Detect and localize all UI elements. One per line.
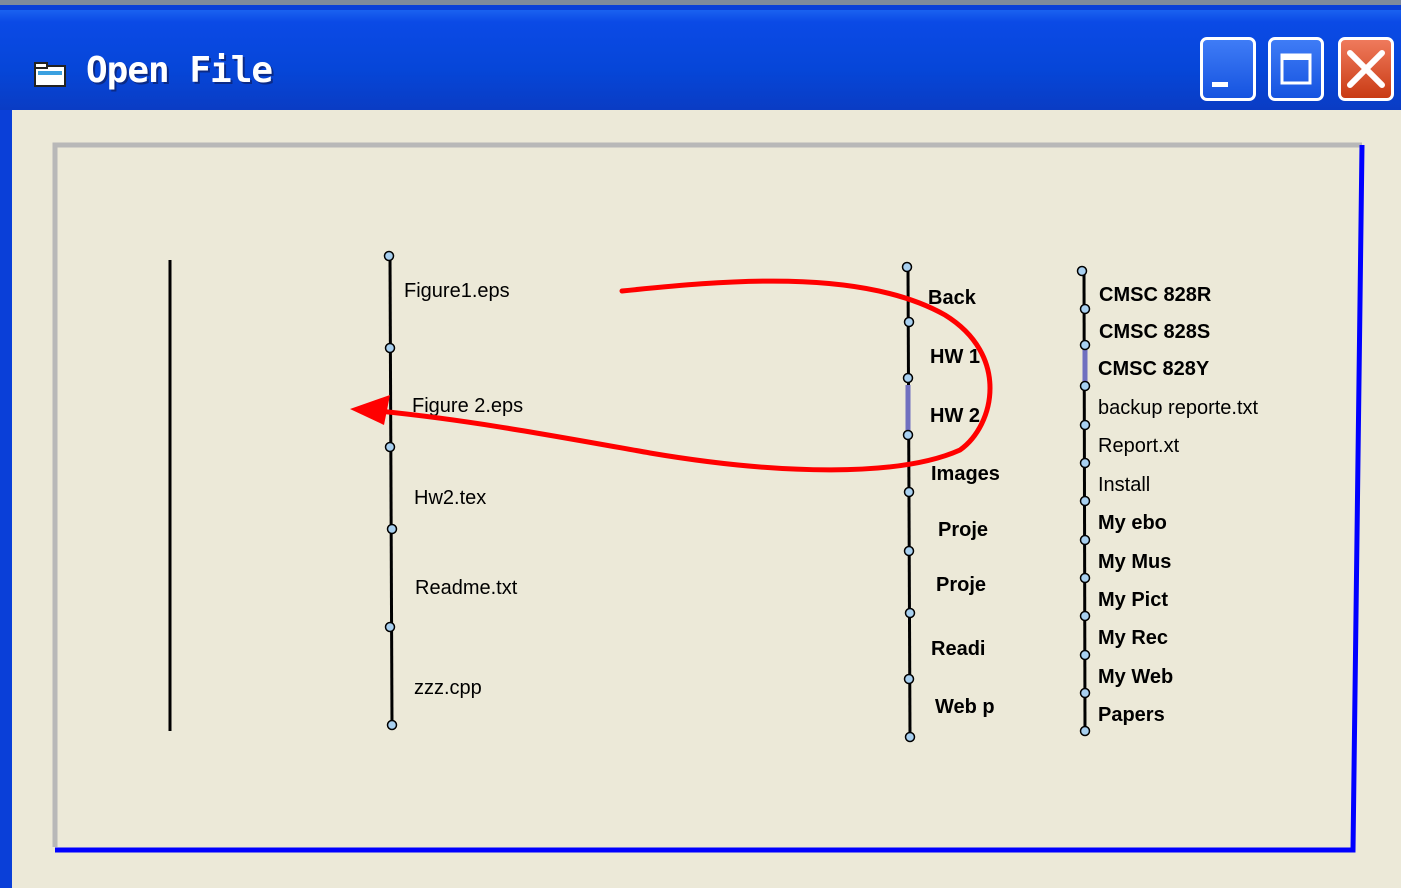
column3-node[interactable]	[1079, 534, 1091, 546]
folder-item-images[interactable]: Images	[931, 464, 1000, 484]
column2-node[interactable]	[901, 261, 913, 273]
column3-node[interactable]	[1079, 572, 1091, 584]
folder-item-my-rec[interactable]: My Rec	[1098, 628, 1168, 648]
folder-item-hw2[interactable]: HW 2	[930, 406, 980, 426]
column3-node[interactable]	[1079, 495, 1091, 507]
folder-item-my-web[interactable]: My Web	[1098, 667, 1173, 687]
column2-node[interactable]	[902, 429, 914, 441]
column3-node[interactable]	[1079, 687, 1091, 699]
file-item-zzz-cpp[interactable]: zzz.cpp	[414, 678, 482, 698]
column1-node[interactable]	[384, 441, 396, 453]
folder-item-my-mus[interactable]: My Mus	[1098, 552, 1171, 572]
open-file-window: Open File Figure1.eps Figure 2.eps Hw2.t…	[0, 0, 1401, 888]
column2-node[interactable]	[904, 607, 916, 619]
column2-node[interactable]	[903, 545, 915, 557]
folder-item-back[interactable]: Back	[928, 288, 976, 308]
file-item-hw2-tex[interactable]: Hw2.tex	[414, 488, 486, 508]
folder-item-readi[interactable]: Readi	[931, 639, 985, 659]
file-item-readme[interactable]: Readme.txt	[415, 578, 517, 598]
folder-item-cmsc-828r[interactable]: CMSC 828R	[1099, 285, 1211, 305]
column1-node[interactable]	[386, 719, 398, 731]
file-browser-canvas	[52, 142, 1365, 853]
file-item-install[interactable]: Install	[1098, 475, 1150, 495]
folder-item-cmsc-828y[interactable]: CMSC 828Y	[1098, 359, 1209, 379]
column3-node[interactable]	[1079, 457, 1091, 469]
folder-item-web-p[interactable]: Web p	[935, 697, 995, 717]
column2-tree	[901, 261, 916, 743]
folder-item-proje-1[interactable]: Proje	[938, 520, 988, 540]
column3-node[interactable]	[1076, 265, 1088, 277]
file-item-report[interactable]: Report.xt	[1098, 436, 1179, 456]
column3-node[interactable]	[1079, 303, 1091, 315]
column1-node[interactable]	[383, 250, 395, 262]
folder-item-my-ebo[interactable]: My ebo	[1098, 513, 1167, 533]
column3-node[interactable]	[1079, 419, 1091, 431]
folder-item-proje-2[interactable]: Proje	[936, 575, 986, 595]
column2-node[interactable]	[904, 731, 916, 743]
column2-line	[906, 266, 912, 738]
folder-item-cmsc-828s[interactable]: CMSC 828S	[1099, 322, 1210, 342]
column1-node[interactable]	[386, 523, 398, 535]
folder-item-papers[interactable]: Papers	[1098, 705, 1165, 725]
column3-node[interactable]	[1079, 610, 1091, 622]
column2-node[interactable]	[903, 486, 915, 498]
folder-item-my-pict[interactable]: My Pict	[1098, 590, 1168, 610]
column1-node[interactable]	[384, 342, 396, 354]
column3-node[interactable]	[1079, 649, 1091, 661]
column3-node[interactable]	[1079, 380, 1091, 392]
column3-node[interactable]	[1079, 725, 1091, 737]
column1-node[interactable]	[384, 621, 396, 633]
frame-shadow-edge	[52, 142, 1362, 847]
column1-line	[388, 255, 394, 726]
column2-node[interactable]	[903, 673, 915, 685]
file-item-figure2[interactable]: Figure 2.eps	[412, 396, 523, 416]
column2-node[interactable]	[902, 372, 914, 384]
folder-item-hw1[interactable]: HW 1	[930, 347, 980, 367]
frame-highlight-edge	[55, 144, 1365, 853]
file-item-backup-reporte[interactable]: backup reporte.txt	[1098, 398, 1258, 418]
column3-tree	[1076, 265, 1091, 737]
column2-node[interactable]	[903, 316, 915, 328]
file-item-figure1[interactable]: Figure1.eps	[404, 281, 510, 301]
column3-node[interactable]	[1079, 339, 1091, 351]
column1-tree	[383, 250, 398, 731]
